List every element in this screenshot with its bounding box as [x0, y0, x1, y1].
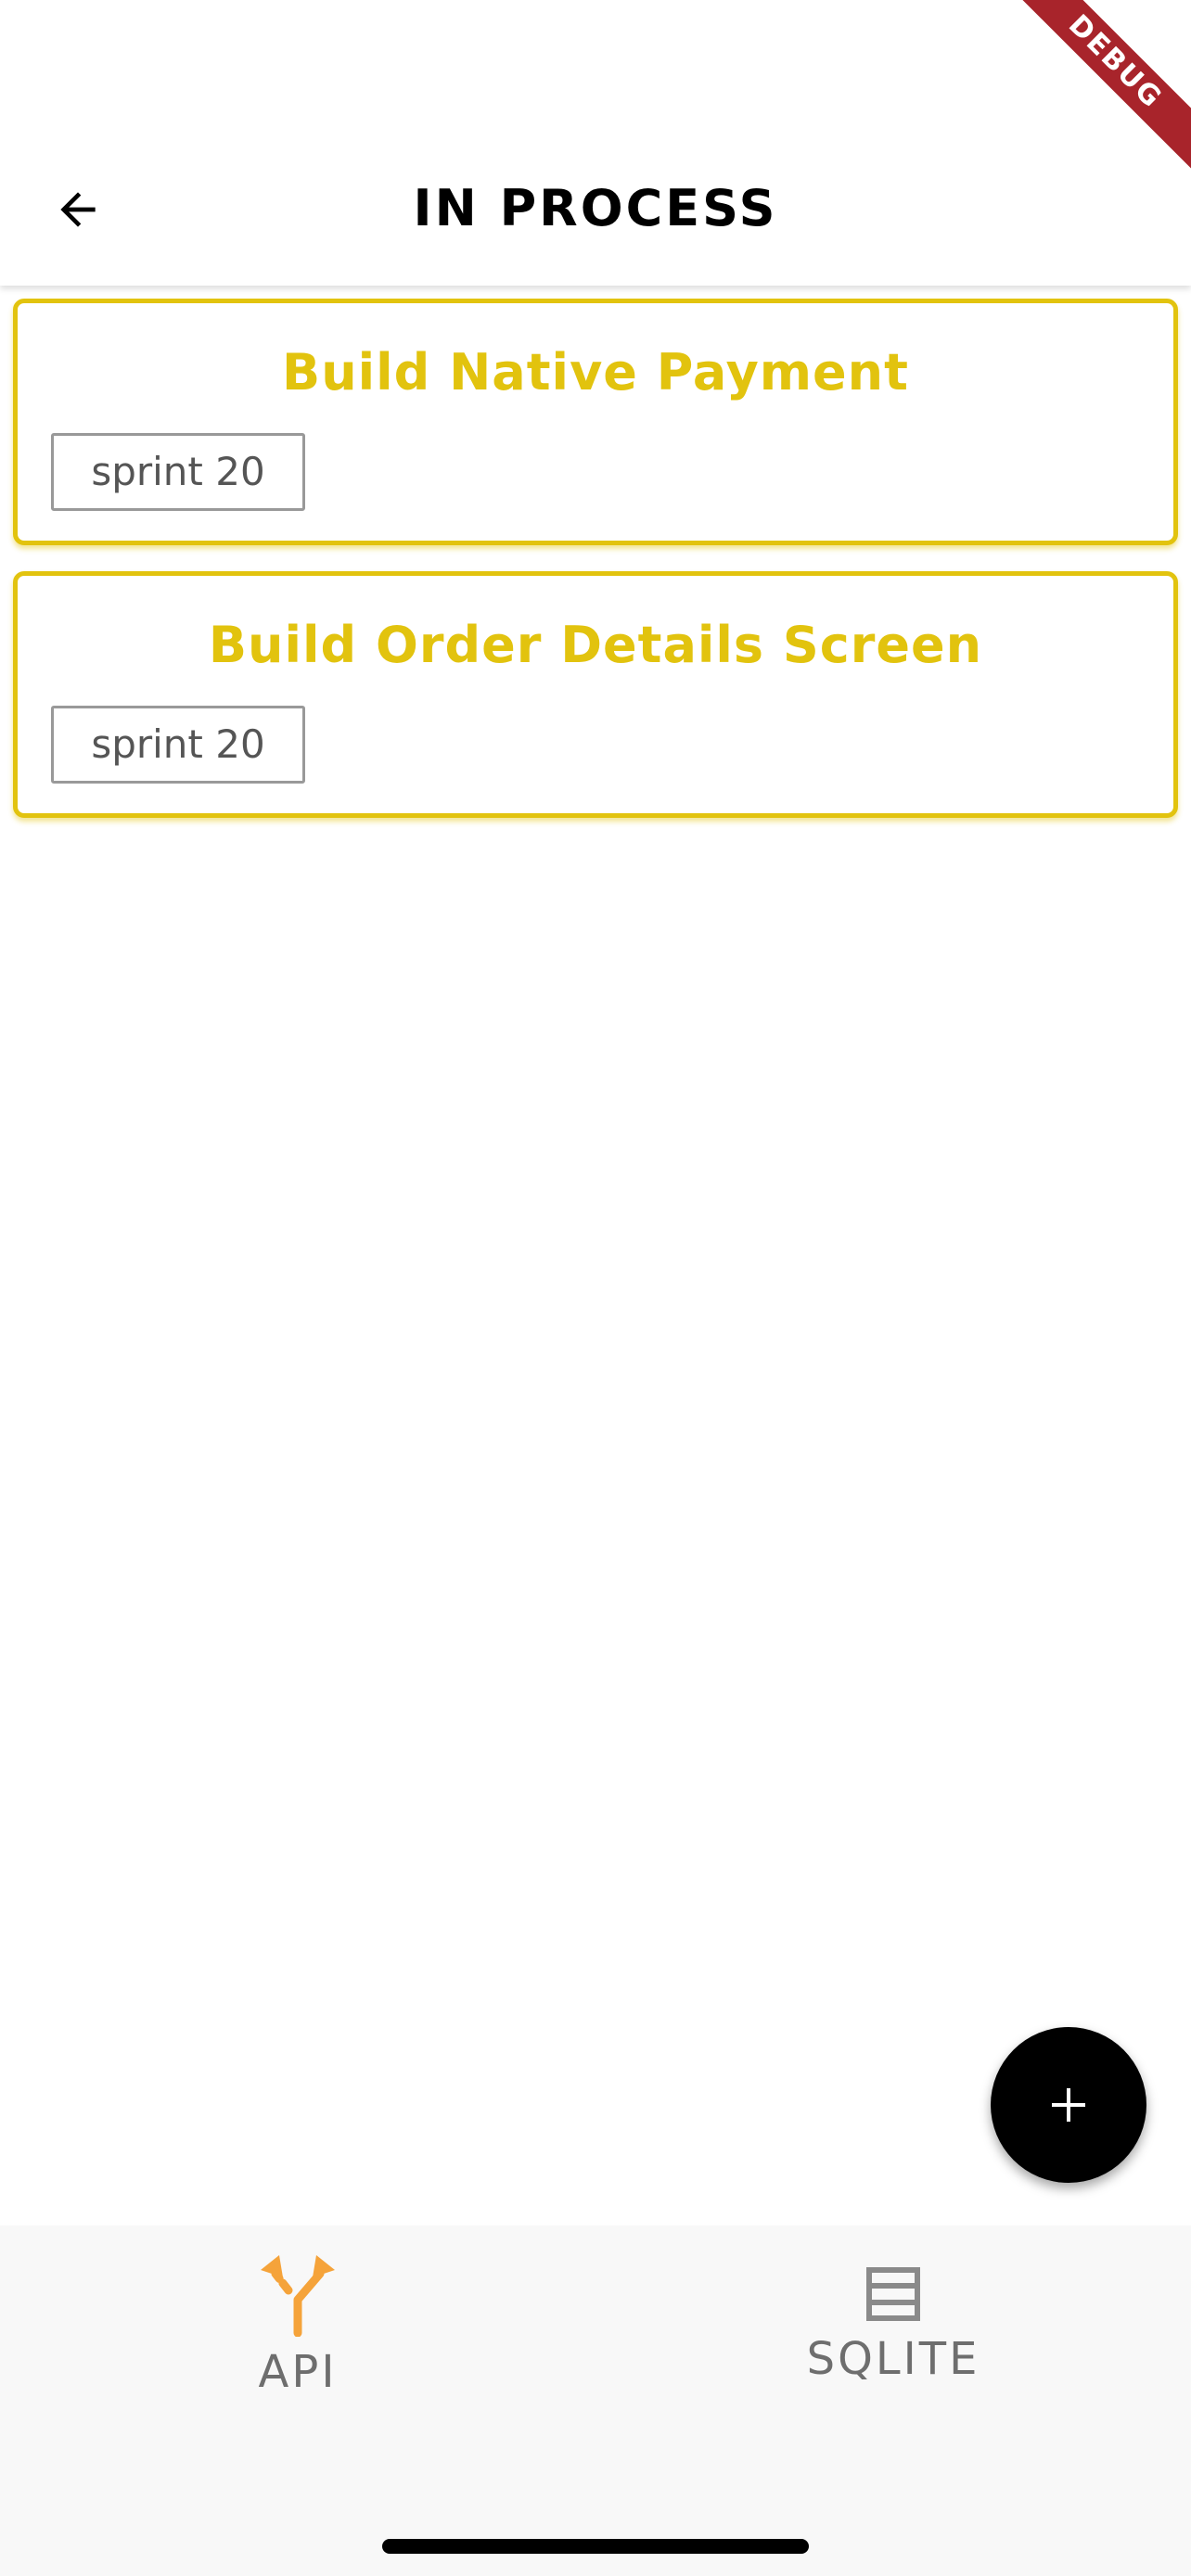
database-table-icon: [866, 2267, 920, 2321]
sprint-tag: sprint 20: [51, 706, 305, 784]
nav-item-api[interactable]: API: [0, 2225, 596, 2448]
nav-icon-wrap: [596, 2266, 1191, 2322]
page-title: IN PROCESS: [413, 179, 778, 237]
nav-label-api: API: [258, 2346, 338, 2398]
task-title: Build Order Details Screen: [208, 616, 983, 674]
task-list: Build Native Payment sprint 20 Build Ord…: [13, 299, 1178, 844]
home-indicator: [382, 2539, 809, 2554]
task-card[interactable]: Build Native Payment sprint 20: [13, 299, 1178, 545]
nav-icon-wrap: [0, 2255, 596, 2337]
nav-item-sqlite[interactable]: SQLITE: [596, 2225, 1191, 2448]
task-title: Build Native Payment: [282, 343, 909, 402]
screen: DEBUG IN PROCESS Build Native Payment sp…: [0, 0, 1191, 2576]
bottom-navigation: API SQLITE: [0, 2225, 1191, 2576]
nav-label-sqlite: SQLITE: [806, 2333, 980, 2385]
merge-arrows-icon: [261, 2255, 335, 2337]
app-bar: IN PROCESS: [0, 0, 1191, 286]
add-task-button[interactable]: [991, 2027, 1146, 2183]
plus-icon: [1052, 2088, 1085, 2122]
task-card[interactable]: Build Order Details Screen sprint 20: [13, 571, 1178, 818]
sprint-tag: sprint 20: [51, 433, 305, 511]
